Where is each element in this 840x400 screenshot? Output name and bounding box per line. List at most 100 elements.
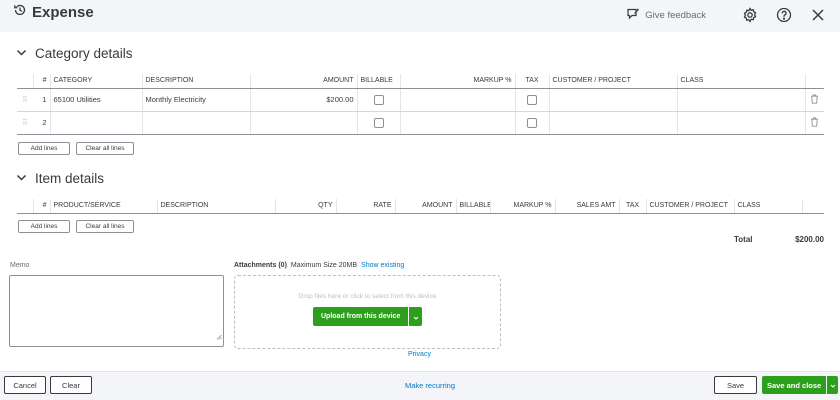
item-details-header[interactable]: Item details [16,171,104,186]
close-icon[interactable] [808,5,828,25]
col-sales-amt: SALES AMT [555,199,620,214]
chevron-down-icon [16,171,27,186]
item-details-title: Item details [35,171,105,186]
col-actions [802,199,824,214]
dropzone-hint: Drop files here or click to select from … [298,293,437,300]
clear-all-lines-button[interactable]: Clear all lines [76,220,134,233]
description-cell[interactable] [142,111,251,135]
item-header-row: # PRODUCT/SERVICE DESCRIPTION QTY RATE A… [17,199,824,214]
make-recurring-link[interactable]: Make recurring [405,381,455,390]
row-number: 2 [33,111,51,135]
tax-checkbox[interactable] [527,117,537,128]
col-description: DESCRIPTION [142,74,251,89]
amount-cell[interactable] [250,111,358,135]
category-details-header[interactable]: Category details [16,46,133,61]
page-title: Expense [32,4,94,21]
delete-cell [805,111,824,135]
col-number: # [33,199,51,214]
chevron-down-icon [16,46,27,61]
billable-cell [357,111,401,135]
header-bar: Expense Give feedback [0,0,840,32]
markup-cell[interactable] [400,88,516,112]
drag-handle-icon[interactable]: ⠿ [17,111,33,135]
grip-header [17,199,34,214]
help-icon[interactable] [774,5,794,25]
col-billable: BILLABLE [357,74,401,89]
attachments-label: Attachments (0) [234,262,287,269]
max-size-label: Maximum Size 20MB [290,262,358,269]
description-cell[interactable]: Monthly Electricity [142,88,251,112]
billable-cell [357,88,401,112]
col-tax: TAX [515,74,550,89]
privacy-link[interactable]: Privacy [408,351,431,358]
attachment-dropzone[interactable]: Drop files here or click to select from … [234,275,501,349]
col-markup: MARKUP % [490,199,556,214]
upload-button[interactable]: Upload from this device [313,307,409,326]
table-row[interactable]: ⠿ 1 65100 Utilities Monthly Electricity … [17,88,824,112]
save-button[interactable]: Save [714,376,757,394]
trash-icon[interactable] [810,94,819,106]
add-lines-button[interactable]: Add lines [18,220,70,233]
memo-label: Memo [10,262,30,269]
add-lines-button[interactable]: Add lines [18,142,70,155]
trash-icon[interactable] [810,117,819,129]
category-table: # CATEGORY DESCRIPTION AMOUNT BILLABLE M… [17,74,824,135]
category-cell[interactable]: 65100 Utilities [50,88,143,112]
delete-cell [805,88,824,112]
upload-split-button: Upload from this device [313,307,423,326]
cancel-button[interactable]: Cancel [4,376,46,394]
category-header-row: # CATEGORY DESCRIPTION AMOUNT BILLABLE M… [17,74,824,89]
col-amount: AMOUNT [250,74,358,89]
memo-textarea[interactable] [9,275,224,347]
table-row[interactable]: ⠿ 2 [17,111,824,135]
gear-icon[interactable] [740,5,760,25]
category-cell[interactable] [50,111,143,135]
markup-cell[interactable] [400,111,516,135]
col-amount: AMOUNT [395,199,457,214]
history-icon[interactable] [13,3,27,22]
save-options-button[interactable] [827,376,839,394]
tax-cell [515,88,550,112]
tax-checkbox[interactable] [527,94,537,105]
attachments-header: Attachments (0) Maximum Size 20MB Show e… [234,262,404,269]
customer-project-cell[interactable] [549,88,678,112]
col-tax: TAX [619,199,647,214]
col-customer-project: CUSTOMER / PROJECT [549,74,678,89]
show-existing-link[interactable]: Show existing [361,262,404,269]
upload-options-button[interactable] [409,307,423,326]
clear-all-lines-button[interactable]: Clear all lines [76,142,134,155]
col-description: DESCRIPTION [157,199,276,214]
billable-checkbox[interactable] [373,94,384,105]
title-group: Expense [13,3,94,22]
col-number: # [33,74,51,89]
header-actions: Give feedback [626,5,828,25]
footer-bar: Cancel Clear Make recurring Save Save an… [0,371,840,400]
col-rate: RATE [336,199,396,214]
class-cell[interactable] [677,88,806,112]
resize-handle-icon[interactable] [216,327,222,345]
save-and-close-button[interactable]: Save and close [762,376,827,394]
give-feedback-link[interactable]: Give feedback [626,7,706,24]
total-value: $200.00 [795,235,824,244]
class-cell[interactable] [677,111,806,135]
col-actions [805,74,824,89]
col-customer-project: CUSTOMER / PROJECT [646,199,735,214]
amount-cell[interactable]: $200.00 [250,88,358,112]
item-table: # PRODUCT/SERVICE DESCRIPTION QTY RATE A… [17,199,824,214]
tax-cell [515,111,550,135]
chevron-down-icon [413,308,419,326]
billable-checkbox[interactable] [373,117,384,128]
col-class: CLASS [677,74,806,89]
customer-project-cell[interactable] [549,111,678,135]
category-details-title: Category details [35,46,133,61]
total-label: Total [734,235,753,244]
col-qty: QTY [275,199,337,214]
col-class: CLASS [734,199,803,214]
save-and-close-split-button: Save and close [762,376,839,394]
drag-handle-icon[interactable]: ⠿ [17,88,33,112]
feedback-label: Give feedback [645,9,706,21]
col-product-service: PRODUCT/SERVICE [50,199,158,214]
grip-header [17,74,34,89]
col-markup: MARKUP % [400,74,516,89]
clear-button[interactable]: Clear [50,376,92,394]
